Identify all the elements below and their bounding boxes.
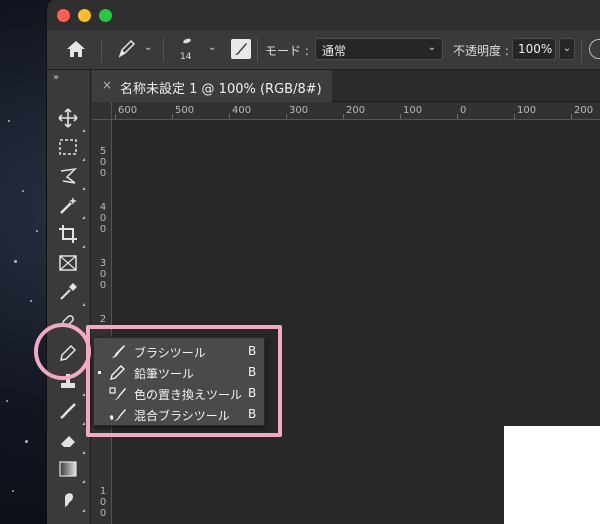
highlight-flyout-annotation [86,325,282,437]
ruler-tick [172,114,173,119]
options-separator [163,38,164,62]
ruler-tick [229,114,230,119]
ruler-label: 300 [289,105,309,116]
lasso-icon[interactable] [57,165,85,190]
horizontal-ruler[interactable]: 6005004003002001000100200300400 [112,102,600,120]
ruler-label: 300 [99,258,107,291]
ruler-label: 2 [99,314,107,325]
move-icon[interactable] [57,107,85,132]
ruler-tick [514,114,515,119]
pressure-opacity-icon[interactable] [589,39,600,59]
document-canvas[interactable] [504,426,600,524]
document-tab[interactable]: × 名称未設定 1 @ 100% (RGB/8#) [92,70,332,102]
smudge-icon[interactable] [57,487,85,512]
gradient-icon[interactable] [57,458,85,483]
brush-picker-chevron-down-icon[interactable]: ⌄ [208,42,218,53]
options-bar: ⌄ 14 ⌄ モード : 通常 ⌄ 不透明度 : 100% ⌄ [47,30,600,70]
brush-settings-panel-icon[interactable] [231,39,251,59]
tools-panel: » [47,70,91,524]
ruler-label: 200 [574,105,594,116]
zoom-window-button[interactable] [99,9,112,22]
ruler-tick [286,114,287,119]
ruler-label: 400 [99,202,107,235]
mode-select[interactable]: 通常 ⌄ [315,38,443,60]
document-tab-bar: × 名称未設定 1 @ 100% (RGB/8#) [92,70,600,102]
close-tab-icon[interactable]: × [102,78,112,92]
options-separator [101,38,102,62]
chevron-down-icon: ⌄ [427,42,436,53]
ruler-label: 500 [99,146,107,179]
options-separator [257,38,258,62]
brush-tip-icon[interactable] [182,37,192,45]
title-bar [47,0,600,30]
ruler-tick [343,114,344,119]
ruler-label: 100 [517,105,537,116]
vertical-ruler[interactable]: 500 400 300 2 100 [92,120,112,524]
eraser-icon[interactable] [57,429,85,454]
history-brush-icon[interactable] [57,400,85,425]
document-area: × 名称未設定 1 @ 100% (RGB/8#) 600 500 400 300 20… [92,70,600,524]
opacity-input[interactable]: 100% [512,38,556,60]
ruler-tick [400,114,401,119]
highlight-pencil-tool-annotation [34,323,91,380]
photoshop-window: ⌄ 14 ⌄ モード : 通常 ⌄ 不透明度 : 100% ⌄ » × 名称未設… [46,0,600,524]
minimize-window-button[interactable] [78,9,91,22]
collapse-panel-icon[interactable]: » [53,72,59,83]
tool-preset-chevron-down-icon[interactable]: ⌄ [144,42,154,53]
mode-label: モード : [265,44,309,58]
ruler-label: 400 [232,105,252,116]
tool-preset-pencil-icon[interactable] [117,38,137,60]
frame-icon[interactable] [57,252,79,274]
ruler-label: 200 [346,105,366,116]
home-icon[interactable] [65,39,87,59]
ruler-tick [571,114,572,119]
ruler-label: 100 [403,105,423,116]
brush-size-value: 14 [180,52,192,62]
opacity-slider-chevron-icon[interactable]: ⌄ [559,38,575,60]
opacity-label: 不透明度 : [453,44,509,58]
options-separator [581,38,582,62]
close-window-button[interactable] [57,9,70,22]
ruler-label: 600 [118,105,138,116]
crop-icon[interactable] [57,223,85,248]
ruler-label: 500 [175,105,195,116]
eyedropper-icon[interactable] [57,281,85,306]
ruler-label: 0 [460,105,467,116]
document-tab-title: 名称未設定 1 @ 100% (RGB/8#) [120,82,322,97]
ruler-tick [115,114,116,119]
magic-wand-icon[interactable] [57,194,85,219]
ruler-origin[interactable] [92,102,112,120]
ruler-tick [457,114,458,119]
mode-value: 通常 [322,44,347,58]
ruler-label: 100 [99,486,107,519]
rectangular-marquee-icon[interactable] [57,136,85,161]
